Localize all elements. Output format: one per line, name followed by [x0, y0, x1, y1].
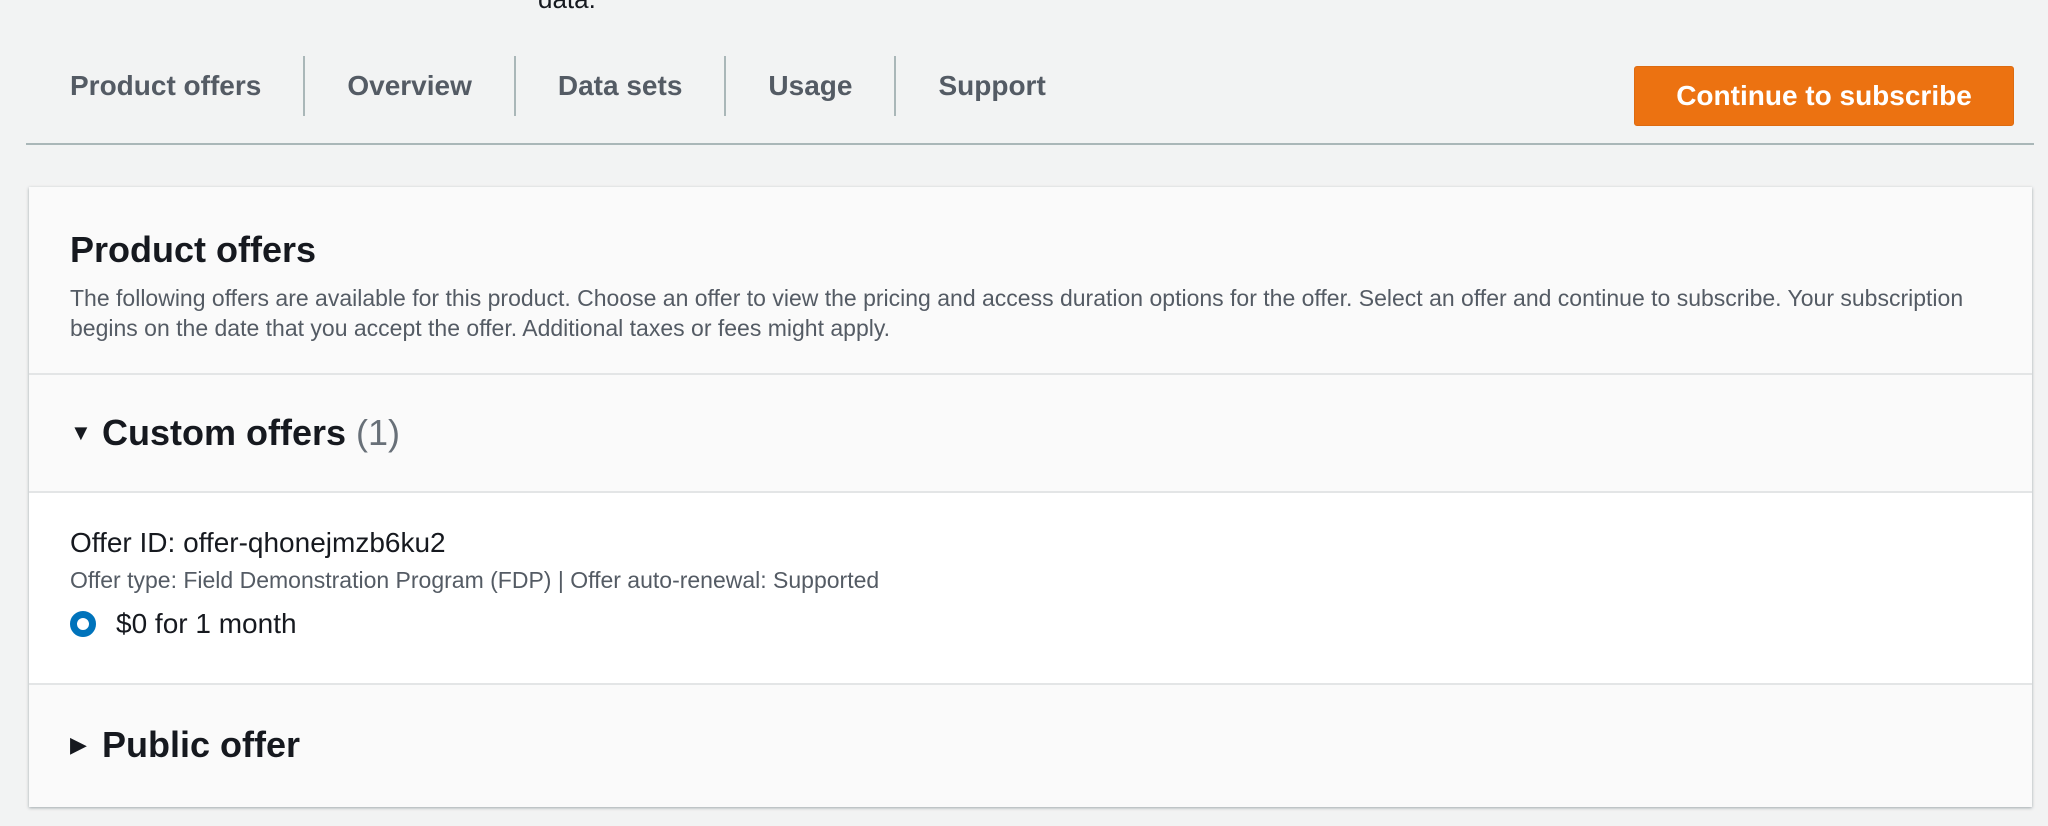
panel-header: Product offers The following offers are …	[29, 187, 2032, 375]
public-offer-title: Public offer	[102, 724, 301, 765]
offer-option[interactable]: $0 for 1 month	[70, 608, 1991, 640]
tab-usage[interactable]: Usage	[726, 55, 894, 117]
radio-selected-icon[interactable]	[70, 611, 96, 637]
custom-offers-title: Custom offers	[102, 412, 347, 453]
tab-data-sets[interactable]: Data sets	[516, 55, 725, 117]
caret-right-icon: ▶	[70, 732, 87, 757]
offer-id: Offer ID: offer-qhonejmzb6ku2	[70, 527, 446, 558]
caret-down-icon: ▼	[70, 420, 92, 445]
tab-overview[interactable]: Overview	[305, 55, 514, 117]
custom-offers-count: (1)	[356, 412, 401, 453]
offer-meta: Offer type: Field Demonstration Program …	[70, 567, 880, 593]
public-offer-toggle[interactable]: ▶ Public offer	[29, 685, 2032, 805]
tabs: Product offers Overview Data sets Usage …	[26, 55, 1088, 117]
panel-description: The following offers are available for t…	[70, 285, 1964, 341]
panel-title: Product offers	[70, 229, 317, 270]
continue-to-subscribe-button[interactable]: Continue to subscribe	[1634, 66, 2014, 126]
offer-option-label: $0 for 1 month	[116, 608, 297, 639]
tab-support[interactable]: Support	[896, 55, 1087, 117]
custom-offers-toggle[interactable]: ▼ Custom offers (1)	[29, 375, 2032, 493]
tab-bar: Product offers Overview Data sets Usage …	[26, 0, 2034, 145]
custom-offer-item: Offer ID: offer-qhonejmzb6ku2 Offer type…	[29, 493, 2032, 685]
product-offers-panel: Product offers The following offers are …	[29, 187, 2032, 807]
tab-product-offers[interactable]: Product offers	[26, 55, 303, 117]
